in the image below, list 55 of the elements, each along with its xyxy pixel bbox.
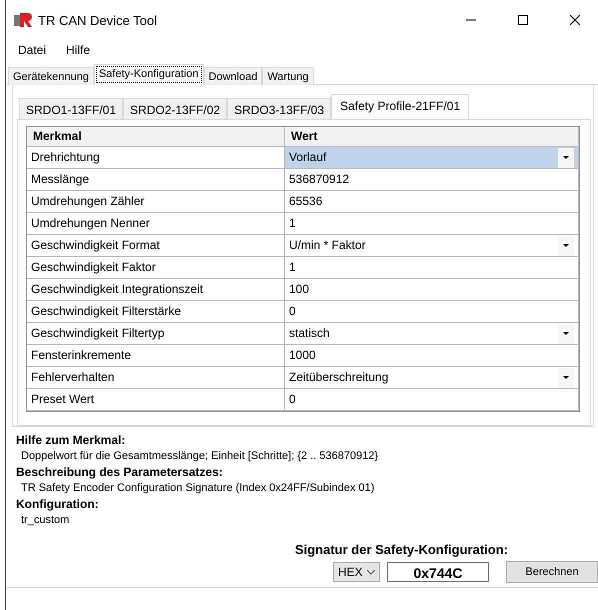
value-cell[interactable]: 0 [285, 389, 579, 411]
format-dropdown[interactable]: HEX [333, 562, 380, 582]
chevron-down-icon [367, 570, 375, 574]
property-name-cell: Geschwindigkeit Filterstärke [27, 301, 285, 323]
tab[interactable]: SRDO2-13FF/02 [123, 98, 228, 120]
value-cell[interactable]: 536870912 [285, 169, 579, 191]
value-dropdown[interactable]: Vorlauf [285, 147, 579, 169]
section-text: tr_custom [20, 514, 70, 526]
property-name-cell: Fensterinkremente [27, 345, 285, 367]
signature-field[interactable]: 0x744C [387, 562, 489, 582]
dropdown-arrow-icon [563, 156, 569, 159]
tab[interactable]: Safety Profile-21FF/01 [331, 94, 470, 120]
value-cell[interactable]: 1 [285, 257, 579, 279]
maximize-icon [518, 15, 528, 25]
value-cell[interactable]: 1000 [285, 345, 579, 367]
property-name-cell: Geschwindigkeit Filtertyp [27, 323, 285, 345]
section-text: Doppelwort für die Gesamtmesslänge; Einheit [Schritte]; {2 .. 536870912} [20, 450, 380, 462]
tab[interactable]: SRDO1-13FF/01 [19, 98, 124, 120]
window-title: TR CAN Device Tool [38, 12, 158, 28]
property-name-cell: Geschwindigkeit Format [27, 235, 285, 257]
tab[interactable]: Wartung [262, 67, 314, 85]
property-name-cell: Geschwindigkeit Faktor [27, 257, 285, 279]
tab[interactable]: Download [204, 67, 262, 85]
tab[interactable]: Gerätekennung [8, 67, 94, 85]
property-name-cell: Fehlerverhalten [27, 367, 285, 389]
close-icon [570, 15, 580, 25]
tab[interactable]: SRDO3-13FF/03 [227, 98, 332, 120]
value-cell[interactable]: 0 [285, 301, 579, 323]
menu-item[interactable]: Hilfe [60, 43, 96, 57]
dropdown-arrow-icon [563, 244, 569, 247]
section-heading: Beschreibung des Parametersatzes: [16, 465, 224, 479]
property-name-cell: Geschwindigkeit Integrationszeit [27, 279, 285, 301]
property-name-cell: Drehrichtung [27, 147, 285, 169]
value-dropdown[interactable]: U/min * Faktor [285, 235, 579, 257]
property-name-cell: Umdrehungen Zähler [27, 191, 285, 213]
app-logo-icon [14, 12, 32, 28]
value-dropdown[interactable]: Zeitüberschreitung [285, 367, 579, 389]
value-dropdown[interactable]: statisch [285, 323, 579, 345]
section-heading: Hilfe zum Merkmal: [16, 433, 126, 447]
calculate-button[interactable]: Berechnen [506, 561, 598, 583]
property-name-cell: Messlänge [27, 169, 285, 191]
section-heading: Konfiguration: [16, 497, 100, 511]
dropdown-arrow-icon [563, 332, 569, 335]
value-cell[interactable]: 1 [285, 213, 579, 235]
property-name-cell: Umdrehungen Nenner [27, 213, 285, 235]
value-cell[interactable]: 100 [285, 279, 579, 301]
signature-label: Signatur der Safety-Konfiguration: [294, 542, 508, 557]
dropdown-arrow-icon [563, 376, 569, 379]
menu-item[interactable]: Datei [12, 43, 52, 57]
column-header: Wert [285, 127, 579, 147]
value-cell[interactable]: 65536 [285, 191, 579, 213]
section-text: TR Safety Encoder Configuration Signature (Index 0x24FF/Subindex 01) [20, 482, 376, 494]
property-name-cell: Preset Wert [27, 389, 285, 411]
column-header: Merkmal [27, 127, 285, 147]
tab[interactable]: Safety-Konfiguration [94, 64, 204, 85]
